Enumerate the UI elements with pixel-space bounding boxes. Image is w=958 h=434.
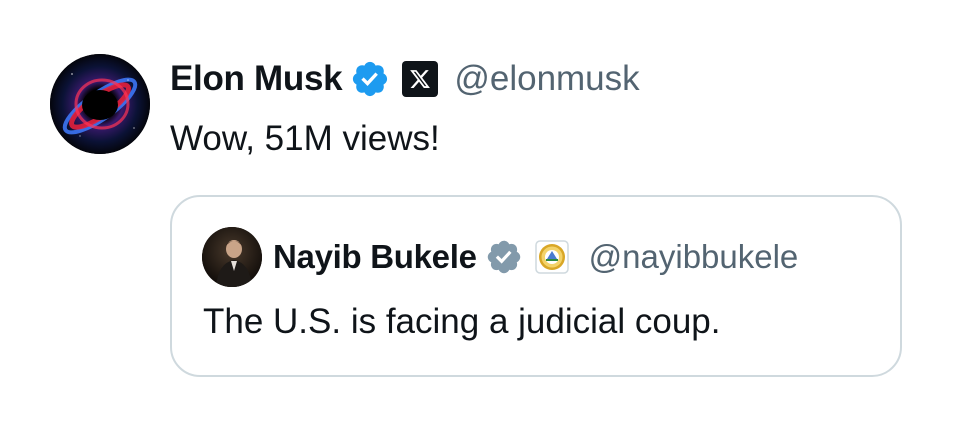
black-hole-avatar-image <box>50 54 150 154</box>
verified-gray-badge-icon[interactable] <box>485 238 523 276</box>
el-salvador-seal-icon[interactable] <box>534 240 569 274</box>
quoted-tweet-card[interactable]: Nayib Bukele @nayibbukele The U.S. is fa… <box>170 195 902 377</box>
quoted-tweet-header: Nayib Bukele @nayibbukele <box>273 237 798 277</box>
quoted-author-name[interactable]: Nayib Bukele <box>273 238 477 276</box>
tweet-header: Elon Musk @elonmusk <box>170 57 640 101</box>
verified-badge-icon[interactable] <box>350 59 390 99</box>
author-avatar[interactable] <box>50 54 150 154</box>
person-avatar-image <box>202 227 262 287</box>
author-handle[interactable]: @elonmusk <box>454 59 639 99</box>
tweet-text: Wow, 51M views! <box>170 119 440 158</box>
tweet[interactable]: Elon Musk @elonmusk Wow, 51M views! Nayi… <box>0 0 958 434</box>
quoted-author-avatar[interactable] <box>202 227 262 287</box>
quoted-tweet-text: The U.S. is facing a judicial coup. <box>203 302 721 341</box>
quoted-author-handle[interactable]: @nayibbukele <box>589 238 799 276</box>
author-name[interactable]: Elon Musk <box>170 59 343 99</box>
x-logo-icon[interactable] <box>402 61 439 97</box>
